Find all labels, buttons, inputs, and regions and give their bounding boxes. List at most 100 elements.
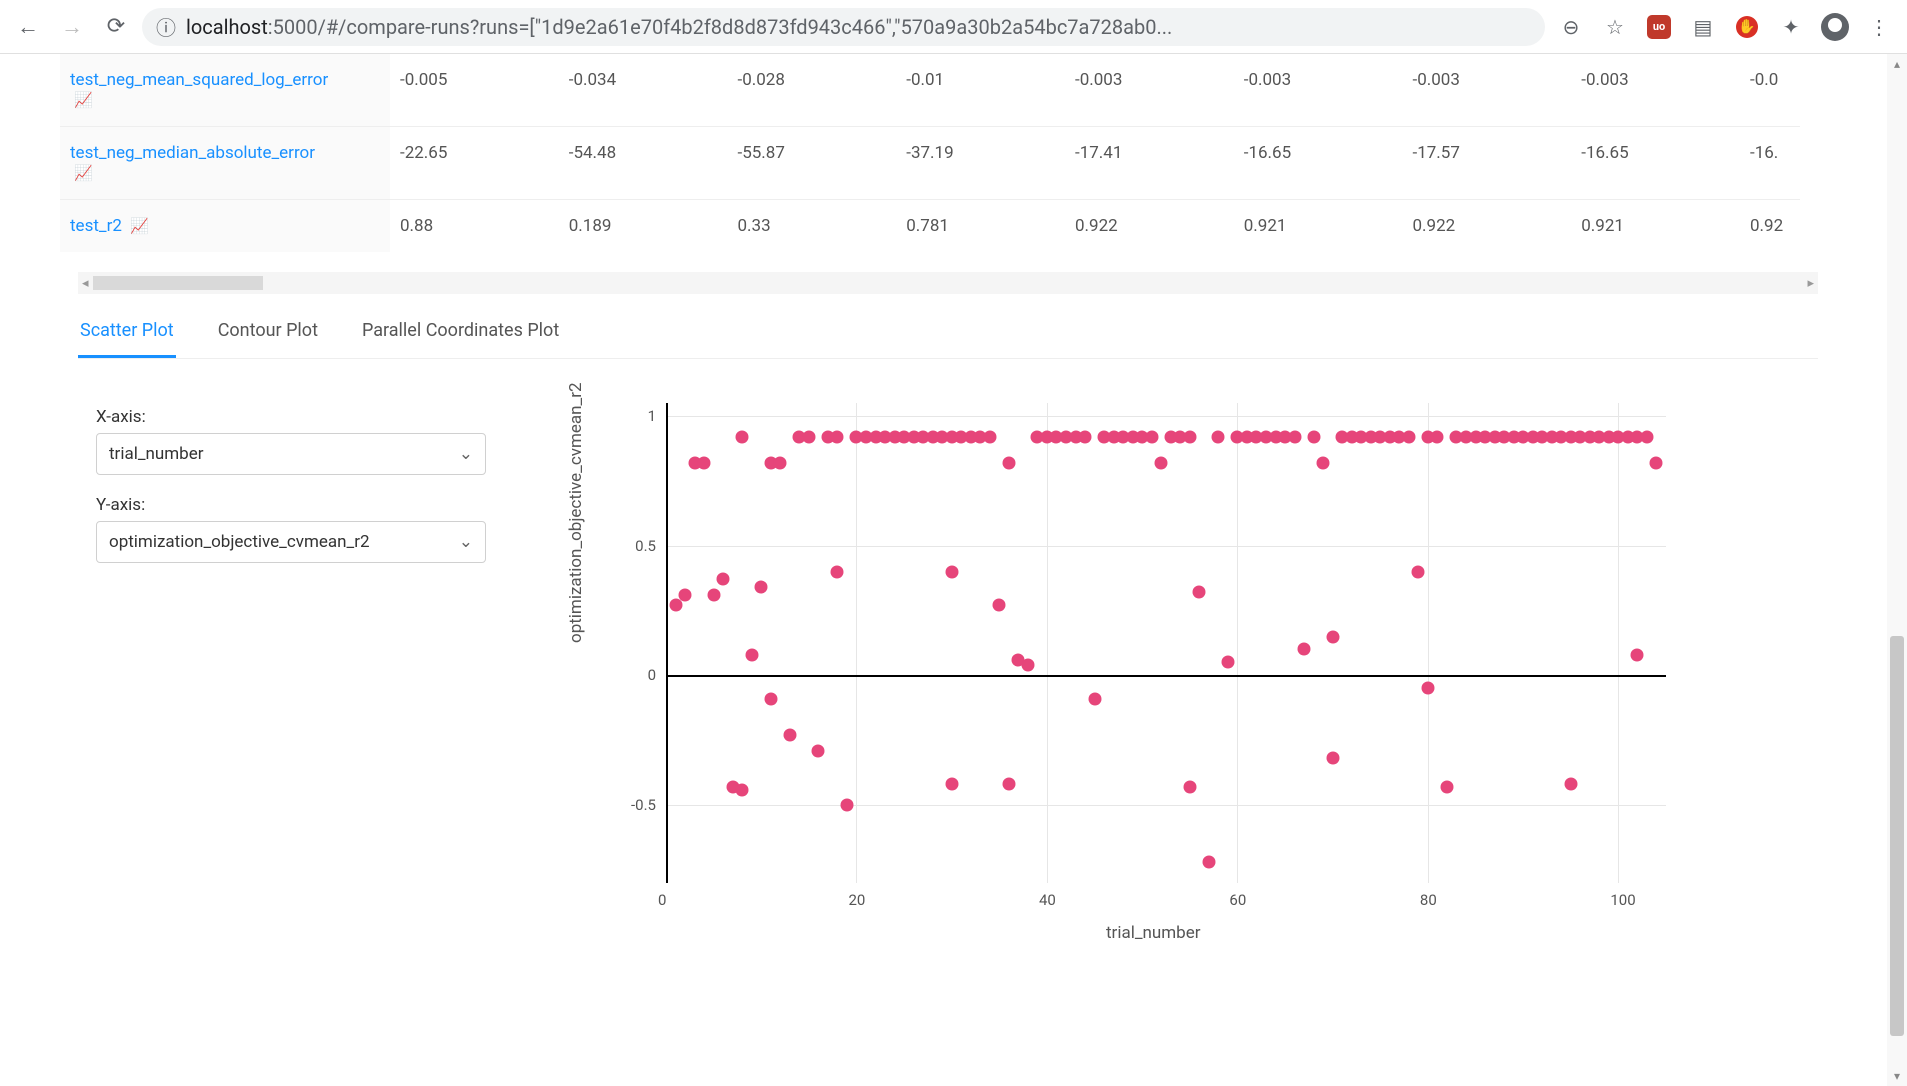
- data-point[interactable]: [764, 692, 777, 705]
- tab-parallel-coordinates[interactable]: Parallel Coordinates Plot: [360, 310, 561, 358]
- y-axis-select[interactable]: optimization_objective_cvmean_r2 ⌄: [96, 521, 486, 563]
- data-point[interactable]: [802, 430, 815, 443]
- data-point[interactable]: [945, 565, 958, 578]
- tab-scatter-plot[interactable]: Scatter Plot: [78, 310, 176, 358]
- x-axis-select[interactable]: trial_number ⌄: [96, 433, 486, 475]
- data-point[interactable]: [1326, 752, 1339, 765]
- data-point[interactable]: [1431, 430, 1444, 443]
- data-point[interactable]: [1183, 430, 1196, 443]
- data-point[interactable]: [1298, 643, 1311, 656]
- data-point[interactable]: [1326, 630, 1339, 643]
- data-point[interactable]: [831, 565, 844, 578]
- data-point[interactable]: [783, 729, 796, 742]
- metric-name-cell: test_neg_median_absolute_error📈: [60, 127, 390, 200]
- metric-value-cell: -0.034: [559, 54, 728, 127]
- gridline-vertical: [1618, 403, 1619, 883]
- data-point[interactable]: [1193, 586, 1206, 599]
- plot-y-axis-label: optimization_objective_cvmean_r2: [566, 382, 586, 643]
- data-point[interactable]: [1079, 430, 1092, 443]
- data-point[interactable]: [945, 778, 958, 791]
- ublock-icon[interactable]: uo: [1641, 9, 1677, 45]
- data-point[interactable]: [1145, 430, 1158, 443]
- data-point[interactable]: [812, 744, 825, 757]
- data-point[interactable]: [1155, 456, 1168, 469]
- data-point[interactable]: [831, 430, 844, 443]
- data-point[interactable]: [840, 799, 853, 812]
- data-point[interactable]: [1317, 456, 1330, 469]
- data-point[interactable]: [1202, 856, 1215, 869]
- metric-value-cell: -16.: [1740, 127, 1800, 200]
- data-point[interactable]: [1183, 781, 1196, 794]
- data-point[interactable]: [1021, 659, 1034, 672]
- metric-link[interactable]: test_neg_mean_squared_log_error: [70, 70, 328, 90]
- data-point[interactable]: [1307, 430, 1320, 443]
- data-point[interactable]: [774, 456, 787, 469]
- data-point[interactable]: [736, 783, 749, 796]
- data-point[interactable]: [993, 599, 1006, 612]
- data-point[interactable]: [983, 430, 996, 443]
- metric-link[interactable]: test_r2: [70, 216, 122, 236]
- page-vertical-scrollbar[interactable]: ▴ ▾: [1887, 54, 1907, 1086]
- metric-value-cell: -0.003: [1065, 54, 1234, 127]
- metric-value-cell: -0.005: [390, 54, 559, 127]
- metric-value-cell: -16.65: [1234, 127, 1403, 200]
- gridline-vertical: [1047, 403, 1048, 883]
- data-point[interactable]: [1421, 682, 1434, 695]
- metric-value-cell: -0.003: [1571, 54, 1740, 127]
- data-point[interactable]: [669, 599, 682, 612]
- data-point[interactable]: [1440, 781, 1453, 794]
- gridline-horizontal: [666, 805, 1666, 806]
- y-tick-label: 0.5: [616, 537, 656, 555]
- reader-icon[interactable]: ▤: [1685, 9, 1721, 45]
- zoom-icon[interactable]: ⊖: [1553, 9, 1589, 45]
- data-point[interactable]: [755, 581, 768, 594]
- scroll-left-arrow-icon[interactable]: ◂: [82, 276, 89, 291]
- data-point[interactable]: [1650, 456, 1663, 469]
- data-point[interactable]: [1002, 456, 1015, 469]
- adblock-icon[interactable]: ✋: [1729, 9, 1765, 45]
- forward-button[interactable]: →: [54, 9, 90, 45]
- scroll-down-arrow-icon[interactable]: ▾: [1887, 1066, 1907, 1086]
- data-point[interactable]: [1212, 430, 1225, 443]
- extensions-icon[interactable]: ✦: [1773, 9, 1809, 45]
- metric-value-cell: 0.781: [896, 200, 1065, 253]
- x-tick-label: 0: [658, 891, 666, 909]
- scroll-up-arrow-icon[interactable]: ▴: [1887, 54, 1907, 74]
- scrollbar-thumb[interactable]: [1890, 636, 1904, 1036]
- data-point[interactable]: [1002, 778, 1015, 791]
- back-button[interactable]: ←: [10, 9, 46, 45]
- metric-value-cell: -17.41: [1065, 127, 1234, 200]
- menu-icon[interactable]: ⋮: [1861, 9, 1897, 45]
- reload-button[interactable]: ⟳: [98, 9, 134, 45]
- y-tick-label: 0: [616, 666, 656, 684]
- data-point[interactable]: [1631, 648, 1644, 661]
- chart-icon[interactable]: 📈: [74, 164, 93, 182]
- scrollbar-thumb[interactable]: [93, 276, 263, 290]
- metric-link[interactable]: test_neg_median_absolute_error: [70, 143, 315, 163]
- tab-contour-plot[interactable]: Contour Plot: [216, 310, 320, 358]
- profile-icon[interactable]: [1817, 9, 1853, 45]
- metric-value-cell: 0.922: [1403, 200, 1572, 253]
- data-point[interactable]: [1564, 778, 1577, 791]
- address-bar[interactable]: ⓘ localhost:5000/#/compare-runs?runs=["1…: [142, 8, 1545, 46]
- data-point[interactable]: [1412, 565, 1425, 578]
- data-point[interactable]: [1640, 430, 1653, 443]
- table-horizontal-scrollbar[interactable]: ◂ ▸: [78, 272, 1818, 294]
- data-point[interactable]: [1221, 656, 1234, 669]
- data-point[interactable]: [736, 430, 749, 443]
- data-point[interactable]: [679, 589, 692, 602]
- data-point[interactable]: [698, 456, 711, 469]
- star-icon[interactable]: ☆: [1597, 9, 1633, 45]
- gridline-horizontal: [666, 546, 1666, 547]
- data-point[interactable]: [717, 573, 730, 586]
- data-point[interactable]: [745, 648, 758, 661]
- chart-icon[interactable]: 📈: [130, 217, 149, 235]
- data-point[interactable]: [1088, 692, 1101, 705]
- data-point[interactable]: [707, 589, 720, 602]
- scroll-right-arrow-icon[interactable]: ▸: [1807, 276, 1814, 291]
- metrics-table: test_neg_mean_squared_log_error📈-0.005-0…: [60, 54, 1800, 252]
- data-point[interactable]: [1402, 430, 1415, 443]
- chevron-down-icon: ⌄: [459, 444, 473, 464]
- data-point[interactable]: [1288, 430, 1301, 443]
- chart-icon[interactable]: 📈: [74, 91, 93, 109]
